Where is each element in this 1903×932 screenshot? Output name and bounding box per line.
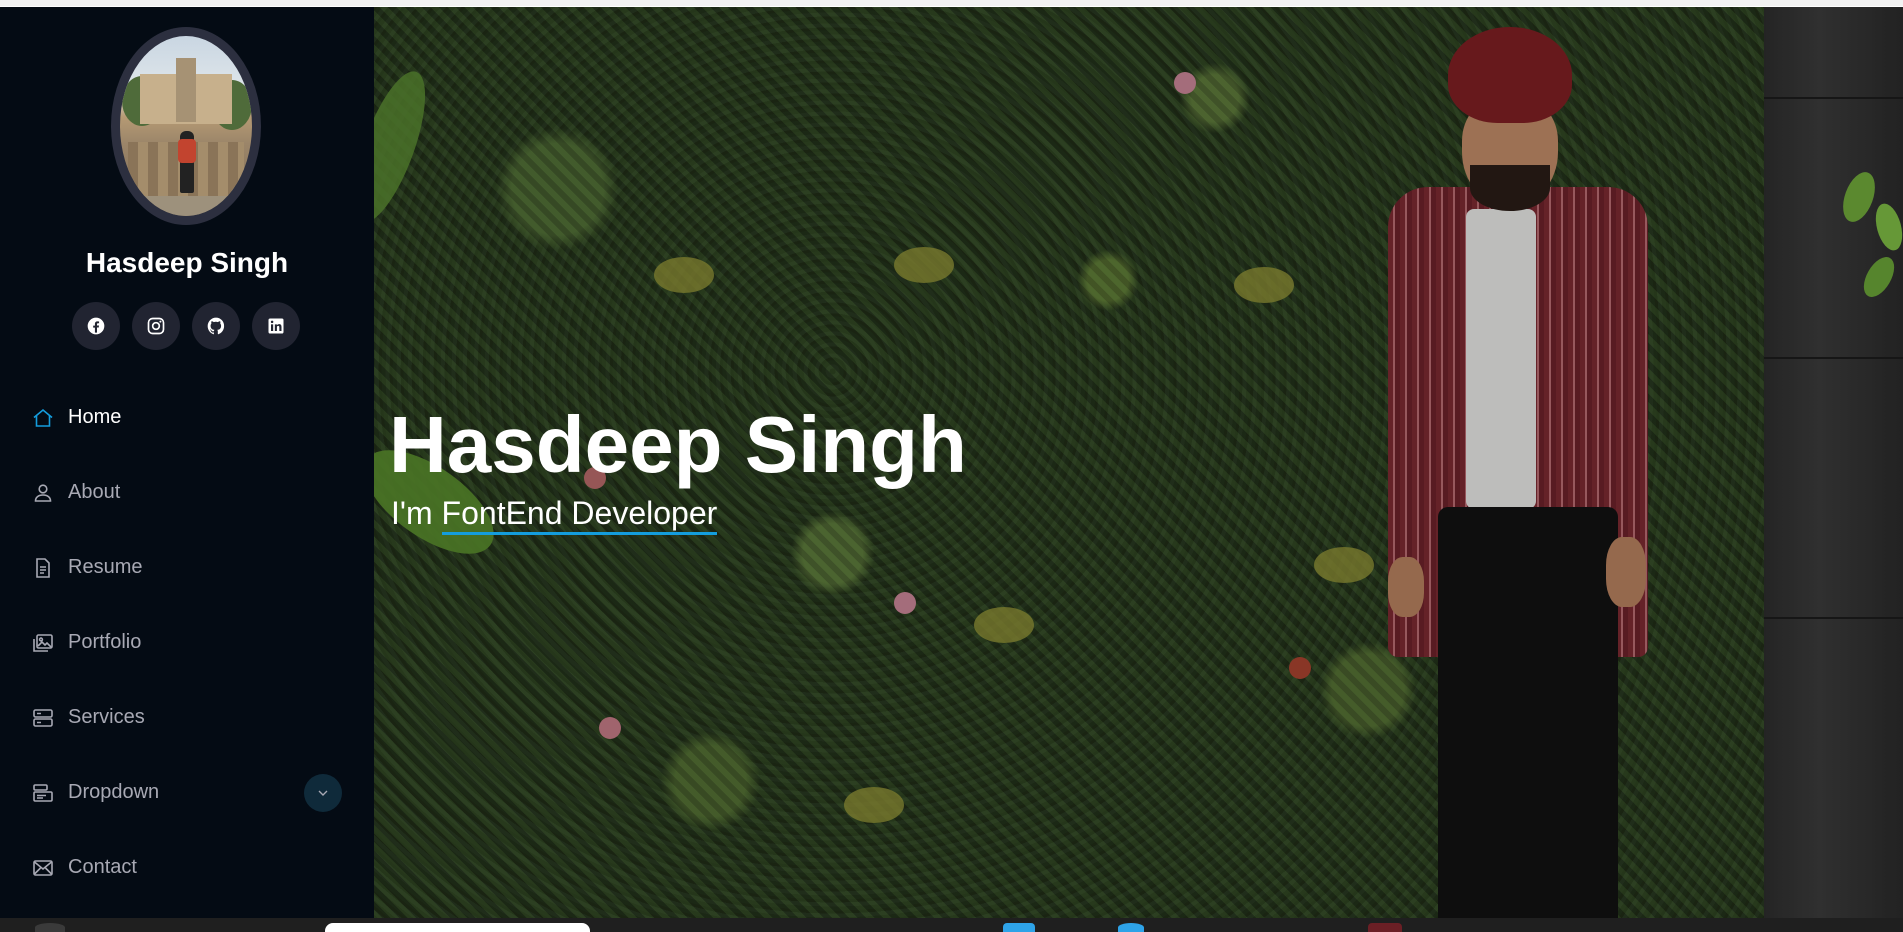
- nav-item-about[interactable]: About: [0, 455, 374, 530]
- profile-name: Hasdeep Singh: [85, 247, 289, 278]
- profile-photo-frame: [111, 27, 261, 225]
- instagram-icon: [147, 317, 165, 335]
- social-links: [72, 302, 300, 350]
- nav-item-resume[interactable]: Resume: [0, 530, 374, 605]
- linkedin-link[interactable]: [252, 302, 300, 350]
- github-link[interactable]: [192, 302, 240, 350]
- linkedin-icon: [268, 318, 284, 334]
- nav-label: Dropdown: [68, 781, 160, 803]
- envelope-icon: [30, 855, 56, 881]
- nav-item-dropdown[interactable]: Dropdown: [0, 755, 374, 830]
- taskbar-item[interactable]: [1118, 923, 1144, 932]
- taskbar-item[interactable]: [1368, 923, 1402, 932]
- nav-label: About: [68, 481, 121, 503]
- nav-label: Contact: [68, 856, 137, 878]
- nav-label: Home: [68, 406, 122, 428]
- profile-photo: [120, 36, 252, 216]
- hero-subtitle: I'm FontEnd Developer: [391, 495, 718, 535]
- facebook-icon: [87, 317, 105, 335]
- hero-subtitle-prefix: I'm: [391, 495, 433, 531]
- instagram-link[interactable]: [132, 302, 180, 350]
- facebook-link[interactable]: [72, 302, 120, 350]
- hero-section: Hasdeep Singh I'm FontEnd Developer: [374, 7, 1903, 918]
- menu-app-icon: [30, 780, 56, 806]
- sidebar: Hasdeep Singh Home About Resume Portfoli…: [0, 7, 374, 918]
- nav-label: Services: [68, 706, 145, 728]
- main-nav: Home About Resume Portfolio Services Dro…: [0, 380, 374, 905]
- taskbar: [0, 918, 1903, 932]
- server-icon: [30, 705, 56, 731]
- nav-item-contact[interactable]: Contact: [0, 830, 374, 905]
- photo-person-shirt: [178, 139, 196, 163]
- chevron-down-icon[interactable]: [304, 774, 342, 812]
- home-icon: [30, 405, 56, 431]
- taskbar-item[interactable]: [35, 923, 65, 932]
- person-icon: [30, 480, 56, 506]
- file-text-icon: [30, 555, 56, 581]
- taskbar-item[interactable]: [1003, 923, 1035, 932]
- taskbar-search[interactable]: [325, 923, 590, 932]
- images-icon: [30, 630, 56, 656]
- typed-text: FontEnd Developer: [441, 495, 718, 535]
- hero-title: Hasdeep Singh: [389, 400, 967, 489]
- nav-item-portfolio[interactable]: Portfolio: [0, 605, 374, 680]
- nav-label: Portfolio: [68, 631, 142, 653]
- nav-label: Resume: [68, 556, 143, 578]
- github-icon: [207, 317, 225, 335]
- top-strip: [0, 0, 1903, 6]
- photo-monument: [176, 58, 196, 122]
- nav-item-home[interactable]: Home: [0, 380, 374, 455]
- nav-item-services[interactable]: Services: [0, 680, 374, 755]
